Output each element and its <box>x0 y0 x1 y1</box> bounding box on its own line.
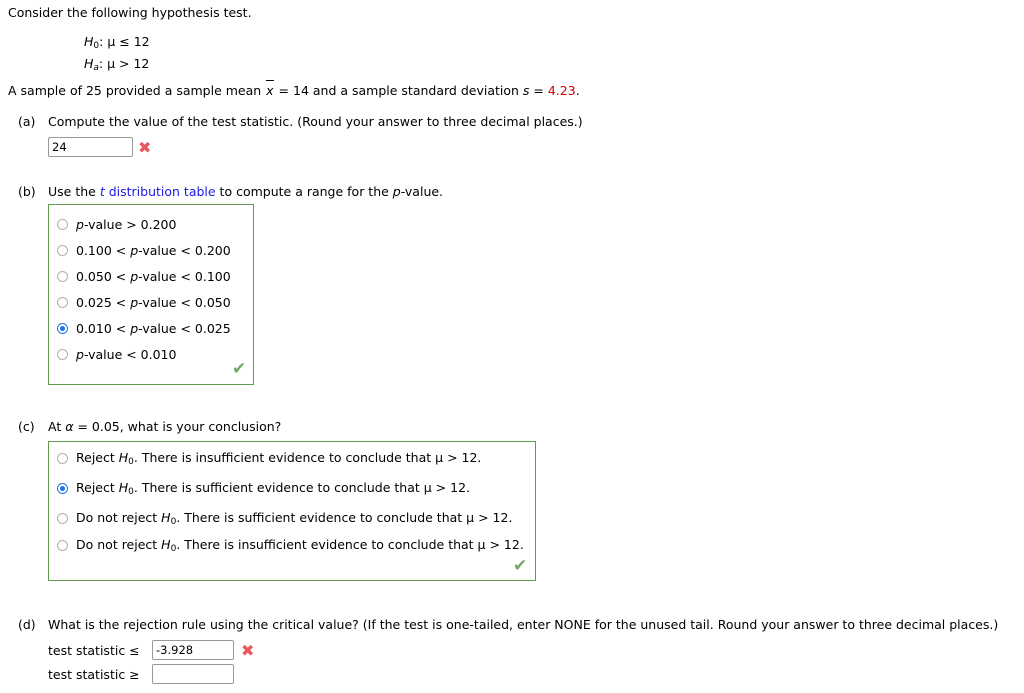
option-label: 0.025 < p-value < 0.050 <box>76 295 231 310</box>
part-d-question: What is the rejection rule using the cri… <box>48 617 999 632</box>
part-c-option-3[interactable]: Do not reject H0. There is sufficient ev… <box>57 510 512 527</box>
t-distribution-table-link[interactable]: t distribution table <box>100 184 216 199</box>
part-b-prompt-end: -value. <box>400 184 444 199</box>
option-suffix: -value < 0.200 <box>138 243 231 258</box>
option-prefix: Do not reject <box>76 510 162 525</box>
part-c-prompt-after: = 0.05, what is your conclusion? <box>73 419 282 434</box>
option-h-symbol: H <box>118 450 129 465</box>
x-bar-symbol: x <box>266 80 274 98</box>
option-label: Do not reject H0. There is sufficient ev… <box>76 510 512 527</box>
s-value: 4.23 <box>547 83 576 98</box>
null-hypothesis-symbol: H <box>84 34 94 49</box>
sample-description: A sample of 25 provided a sample mean x … <box>8 80 580 98</box>
radio-button[interactable] <box>57 349 68 360</box>
part-b-option-4[interactable]: 0.025 < p-value < 0.050 <box>57 295 231 310</box>
option-label: p-value > 0.200 <box>76 217 176 232</box>
part-a-incorrect-icon: ✖ <box>138 138 152 157</box>
t-link-rest: distribution table <box>104 184 216 199</box>
part-d-upper-bound-input[interactable] <box>152 664 234 684</box>
sample-period: . <box>575 83 580 98</box>
radio-button-selected[interactable] <box>57 483 68 494</box>
option-label: Do not reject H0. There is insufficient … <box>76 537 524 554</box>
part-c-label: (c) <box>18 419 35 434</box>
part-c-prompt-before: At <box>48 419 66 434</box>
sample-text-before: A sample of 25 provided a sample mean <box>8 83 266 98</box>
option-suffix: -value < 0.050 <box>138 295 231 310</box>
part-d-row2-label: test statistic ≥ <box>48 667 140 682</box>
s-equals: = <box>529 83 548 98</box>
part-b-option-5[interactable]: 0.010 < p-value < 0.025 <box>57 321 231 336</box>
option-suffix: . There is insufficient evidence to conc… <box>133 450 482 465</box>
homework-page: Consider the following hypothesis test. … <box>0 0 1024 693</box>
part-b-p-symbol: p <box>392 184 401 199</box>
option-suffix: -value < 0.010 <box>83 347 177 362</box>
part-b-label: (b) <box>18 184 36 199</box>
option-prefix: 0.100 < <box>76 243 131 258</box>
option-p-symbol: p <box>130 321 139 336</box>
radio-button[interactable] <box>57 271 68 282</box>
null-hypothesis-statement: : μ ≤ 12 <box>99 34 150 49</box>
radio-button[interactable] <box>57 219 68 230</box>
option-prefix: 0.025 < <box>76 295 131 310</box>
sample-text-after: = 14 and a sample standard deviation <box>274 83 523 98</box>
option-p-symbol: p <box>130 269 139 284</box>
null-hypothesis: H0: μ ≤ 12 <box>84 33 150 55</box>
option-label: 0.050 < p-value < 0.100 <box>76 269 231 284</box>
part-b-option-3[interactable]: 0.050 < p-value < 0.100 <box>57 269 231 284</box>
intro-text: Consider the following hypothesis test. <box>8 5 252 20</box>
part-d-label: (d) <box>18 617 36 632</box>
option-suffix: -value < 0.100 <box>138 269 231 284</box>
part-b-option-1[interactable]: p-value > 0.200 <box>57 217 176 232</box>
part-b-option-6[interactable]: p-value < 0.010 <box>57 347 176 362</box>
part-c-question: At α = 0.05, what is your conclusion? <box>48 419 281 434</box>
alternative-hypothesis-statement: : μ > 12 <box>98 56 150 71</box>
option-h-symbol: H <box>161 537 171 552</box>
option-prefix: Do not reject <box>76 537 162 552</box>
option-prefix: Reject <box>76 450 119 465</box>
part-d-row1-label: test statistic ≤ <box>48 643 140 658</box>
part-b-correct-icon: ✔ <box>232 359 247 379</box>
part-a-answer-input[interactable] <box>48 137 133 157</box>
option-h-symbol: H <box>161 510 171 525</box>
part-c-option-2[interactable]: Reject H0. There is sufficient evidence … <box>57 480 470 497</box>
option-prefix: 0.050 < <box>76 269 131 284</box>
option-p-symbol: p <box>130 295 139 310</box>
part-a-question: Compute the value of the test statistic.… <box>48 114 583 129</box>
option-suffix: . There is sufficient evidence to conclu… <box>176 510 513 525</box>
option-p-symbol: p <box>130 243 139 258</box>
part-b-option-2[interactable]: 0.100 < p-value < 0.200 <box>57 243 231 258</box>
part-b-question: Use the t distribution table to compute … <box>48 184 443 199</box>
part-c-option-1[interactable]: Reject H0. There is insufficient evidenc… <box>57 450 481 467</box>
option-p-symbol: p <box>76 347 84 362</box>
radio-button[interactable] <box>57 453 68 464</box>
part-b-prompt-after: to compute a range for the <box>215 184 393 199</box>
option-suffix: -value > 0.200 <box>83 217 177 232</box>
part-c-option-4[interactable]: Do not reject H0. There is insufficient … <box>57 537 524 554</box>
option-label: Reject H0. There is insufficient evidenc… <box>76 450 481 467</box>
option-p-symbol: p <box>76 217 84 232</box>
option-suffix: . There is sufficient evidence to conclu… <box>133 480 470 495</box>
part-d-lower-bound-input[interactable] <box>152 640 234 660</box>
radio-button[interactable] <box>57 297 68 308</box>
option-prefix: Reject <box>76 480 119 495</box>
option-h-symbol: H <box>118 480 129 495</box>
alternative-hypothesis-symbol: H <box>84 56 94 71</box>
option-suffix: . There is insufficient evidence to conc… <box>176 537 524 552</box>
option-label: Reject H0. There is sufficient evidence … <box>76 480 470 497</box>
option-label: p-value < 0.010 <box>76 347 176 362</box>
option-prefix: 0.010 < <box>76 321 131 336</box>
radio-button-selected[interactable] <box>57 323 68 334</box>
hypothesis-block: H0: μ ≤ 12 Ha: μ > 12 <box>84 33 150 77</box>
part-b-prompt-before: Use the <box>48 184 100 199</box>
alternative-hypothesis: Ha: μ > 12 <box>84 55 150 77</box>
radio-button[interactable] <box>57 245 68 256</box>
option-label: 0.010 < p-value < 0.025 <box>76 321 231 336</box>
part-d-incorrect-icon: ✖ <box>241 641 255 660</box>
option-suffix: -value < 0.025 <box>138 321 231 336</box>
radio-button[interactable] <box>57 513 68 524</box>
radio-button[interactable] <box>57 540 68 551</box>
part-a-label: (a) <box>18 114 36 129</box>
part-c-correct-icon: ✔ <box>513 556 528 576</box>
option-label: 0.100 < p-value < 0.200 <box>76 243 231 258</box>
